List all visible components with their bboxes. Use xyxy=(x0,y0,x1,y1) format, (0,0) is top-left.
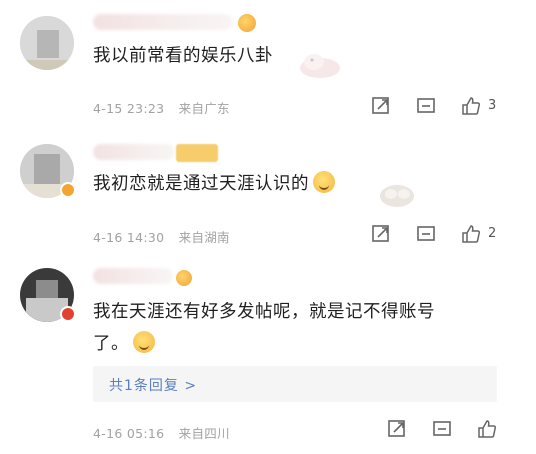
sticker-icon xyxy=(380,185,414,207)
username-blurred[interactable] xyxy=(93,14,233,30)
comment-text: 我初恋就是通过天涯认识的 xyxy=(93,170,335,198)
sticker-icon xyxy=(300,54,340,78)
member-badge-icon xyxy=(176,144,218,162)
share-icon[interactable] xyxy=(370,95,392,117)
comment-text-line2: 了。 xyxy=(93,330,435,358)
comment-actions: 3 xyxy=(0,95,536,117)
comment-actions: 2 xyxy=(0,223,536,245)
comment-icon[interactable] xyxy=(431,418,453,440)
comment-text-body: 我初恋就是通过天涯认识的 xyxy=(93,174,309,194)
avatar[interactable] xyxy=(20,16,74,70)
member-badge-icon xyxy=(238,14,256,32)
laughing-emoji-icon xyxy=(133,331,155,353)
comment-actions xyxy=(0,418,536,440)
comment-text: 我在天涯还有好多发帖呢，就是记不得账号 了。 xyxy=(93,298,435,358)
like-icon[interactable] xyxy=(460,223,482,245)
view-replies-link[interactable]: 共1条回复 > xyxy=(109,375,197,395)
verified-badge-icon xyxy=(60,306,76,322)
comment-icon[interactable] xyxy=(415,223,437,245)
like-icon[interactable] xyxy=(460,95,482,117)
reply-summary[interactable]: 共1条回复 > xyxy=(93,366,497,402)
comment-text-line2-body: 了。 xyxy=(93,334,129,354)
member-badge-icon xyxy=(176,270,192,286)
comment-text: 我以前常看的娱乐八卦 xyxy=(93,46,273,66)
comment-text-line1: 我在天涯还有好多发帖呢，就是记不得账号 xyxy=(93,302,435,322)
laughing-emoji-icon xyxy=(313,171,335,193)
verified-badge-icon xyxy=(60,182,76,198)
username-blurred[interactable] xyxy=(93,268,173,284)
username-blurred[interactable] xyxy=(93,144,175,160)
like-count: 2 xyxy=(488,226,497,241)
comment-icon[interactable] xyxy=(415,95,437,117)
like-count: 3 xyxy=(488,98,497,113)
share-icon[interactable] xyxy=(370,223,392,245)
share-icon[interactable] xyxy=(386,418,408,440)
like-icon[interactable] xyxy=(476,418,498,440)
